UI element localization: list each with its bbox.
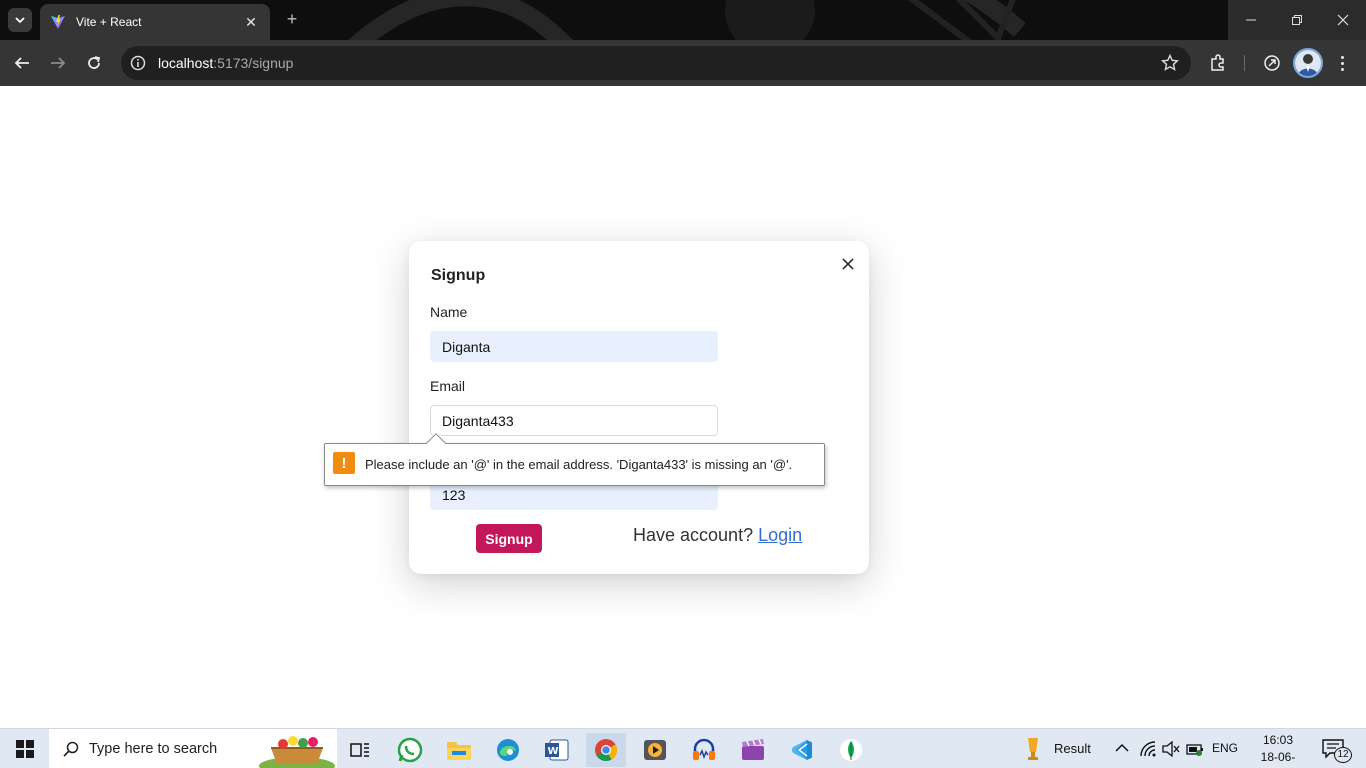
- profile-avatar[interactable]: [1293, 48, 1323, 78]
- restore-icon: [1292, 15, 1302, 25]
- taskbar-chrome[interactable]: [586, 733, 626, 767]
- site-info-icon[interactable]: [130, 55, 146, 71]
- signup-modal: Signup Name Email Signup Have account?Lo…: [409, 241, 869, 574]
- weather-trophy-icon: [1028, 738, 1038, 760]
- reload-icon: [88, 56, 101, 69]
- email-label: Email: [430, 378, 466, 394]
- minimize-button[interactable]: [1228, 0, 1274, 40]
- battery-charging-icon[interactable]: [1186, 741, 1204, 757]
- search-placeholder: Type here to search: [89, 741, 218, 757]
- taskbar-file-explorer[interactable]: [439, 733, 479, 767]
- login-link[interactable]: Login: [758, 525, 802, 545]
- warning-icon: !: [333, 452, 355, 474]
- weather-label[interactable]: Result: [1054, 741, 1091, 756]
- theme-background-art: [348, 0, 1026, 40]
- speedometer-icon: [1264, 55, 1280, 71]
- clapperboard-icon: [742, 739, 764, 760]
- restore-button[interactable]: [1274, 0, 1320, 40]
- arrow-right-icon: [51, 57, 66, 69]
- signup-button[interactable]: Signup: [476, 524, 542, 553]
- system-clock[interactable]: 16:03 18-06-2024: [1250, 732, 1306, 768]
- have-account-row: Have account? Login: [633, 525, 802, 546]
- media-player-icon: [644, 740, 666, 760]
- search-icon: [63, 741, 79, 757]
- chevron-up-icon[interactable]: [1115, 743, 1129, 753]
- address-bar[interactable]: localhost:5173/signup: [121, 46, 1191, 80]
- taskbar-mongodb[interactable]: [831, 733, 871, 767]
- browser-menu-button[interactable]: [1334, 52, 1350, 74]
- taskbar-search-box[interactable]: Type here to search: [49, 729, 337, 768]
- taskbar-video-editor[interactable]: [733, 733, 773, 767]
- taskbar-edge[interactable]: [488, 733, 528, 767]
- edge-browser-icon: [497, 739, 519, 761]
- email-validation-tooltip: ! Please include an '@' in the email add…: [324, 433, 825, 486]
- close-icon: [1337, 14, 1349, 26]
- folder-icon: [447, 742, 471, 760]
- taskbar-whatsapp[interactable]: [390, 733, 430, 767]
- search-highlight-illustration-icon: [259, 736, 335, 768]
- back-button[interactable]: [10, 51, 34, 75]
- clock-date: 18-06-2024: [1260, 750, 1296, 768]
- reload-button[interactable]: [82, 51, 106, 75]
- taskbar-word[interactable]: W: [537, 733, 577, 767]
- wifi-icon[interactable]: [1140, 741, 1156, 757]
- svg-text:W: W: [548, 746, 559, 757]
- taskbar-vscode[interactable]: [782, 733, 822, 767]
- word-icon: W: [545, 739, 569, 761]
- notification-count-badge: 12: [1334, 747, 1352, 763]
- task-view-icon: [350, 743, 369, 757]
- browser-tab-active[interactable]: Vite + React ✕: [40, 4, 270, 40]
- forward-button[interactable]: [46, 51, 70, 75]
- email-input[interactable]: [430, 405, 718, 436]
- performance-button[interactable]: [1261, 52, 1283, 74]
- whatsapp-icon: [397, 737, 423, 763]
- bookmark-star-icon[interactable]: [1161, 54, 1179, 72]
- windows-taskbar: Type here to search W Result ENG 16:03 1…: [0, 728, 1366, 768]
- taskbar-media-player[interactable]: [635, 733, 675, 767]
- start-button[interactable]: [0, 729, 49, 768]
- modal-title: Signup: [431, 267, 486, 284]
- page-content: Signup Name Email Signup Have account?Lo…: [0, 86, 1366, 728]
- puzzle-piece-icon: [1211, 54, 1224, 71]
- minimize-icon: [1246, 19, 1256, 21]
- avatar-icon: [1295, 50, 1321, 76]
- extensions-button[interactable]: [1207, 52, 1229, 74]
- toolbar-separator: [1244, 55, 1245, 71]
- url-host: localhost: [158, 55, 214, 71]
- arrow-left-icon: [14, 57, 29, 69]
- windows-logo-icon: [15, 740, 34, 758]
- close-icon[interactable]: [840, 256, 856, 272]
- name-input[interactable]: [430, 331, 718, 362]
- url-path: :5173/signup: [213, 55, 294, 71]
- language-indicator[interactable]: ENG: [1212, 741, 1238, 755]
- browser-tab-strip: Vite + React ✕ +: [0, 0, 1366, 40]
- chevron-down-icon: [15, 17, 25, 24]
- tab-title: Vite + React: [76, 15, 142, 29]
- name-label: Name: [430, 304, 468, 320]
- task-view-button[interactable]: [340, 733, 380, 767]
- taskbar-audacity[interactable]: [684, 733, 724, 767]
- browser-toolbar: localhost:5173/signup: [0, 40, 1366, 86]
- vite-logo-icon: [51, 15, 65, 29]
- have-account-text: Have account?: [633, 525, 754, 545]
- new-tab-button[interactable]: +: [281, 9, 303, 31]
- mongodb-leaf-icon: [840, 739, 862, 761]
- speaker-muted-icon[interactable]: [1162, 741, 1180, 757]
- tab-close-icon[interactable]: ✕: [242, 14, 260, 31]
- tab-search-button[interactable]: [8, 8, 32, 32]
- clock-time: 16:03: [1262, 733, 1294, 747]
- close-window-button[interactable]: [1320, 0, 1366, 40]
- vscode-icon: [792, 740, 812, 760]
- headphones-icon: [693, 738, 715, 760]
- chrome-browser-icon: [595, 739, 617, 761]
- validation-message: Please include an '@' in the email addre…: [365, 457, 793, 472]
